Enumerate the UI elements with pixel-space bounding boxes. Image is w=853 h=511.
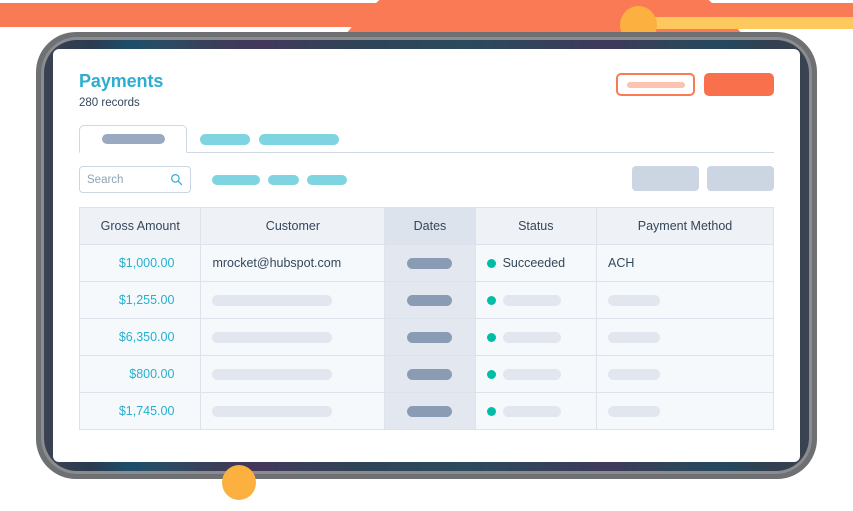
cell-payment-method	[596, 281, 774, 319]
tab-secondary-1[interactable]	[200, 134, 250, 145]
column-header-dates[interactable]: Dates	[384, 207, 476, 245]
status-badge	[486, 294, 585, 306]
cell-dates	[384, 318, 476, 356]
cell-status	[474, 392, 598, 430]
search-icon	[171, 174, 183, 186]
method-placeholder-bar	[608, 331, 660, 343]
cell-gross-amount: $1,000.00	[78, 244, 202, 282]
status-dot-icon	[486, 332, 496, 342]
cell-status	[474, 281, 598, 319]
filter-chip-2[interactable]	[268, 175, 299, 185]
tablet-screen: Payments 280 records Search Gross Amount…	[53, 49, 800, 462]
screenshot-stage: Payments 280 records Search Gross Amount…	[0, 0, 853, 511]
dates-placeholder-bar	[407, 294, 453, 306]
cell-customer	[200, 318, 386, 356]
column-header-payment-method[interactable]: Payment Method	[596, 207, 774, 245]
dates-placeholder-bar	[407, 368, 453, 380]
cell-customer	[200, 281, 386, 319]
status-dot-icon	[486, 406, 496, 416]
status-placeholder-bar	[502, 368, 561, 380]
cell-dates	[384, 392, 476, 430]
cell-payment-method	[596, 392, 774, 430]
tab-label-placeholder	[101, 134, 165, 144]
filter-chip-1[interactable]	[212, 175, 260, 185]
cell-dates	[384, 244, 476, 282]
status-dot-icon	[486, 369, 496, 379]
cell-payment-method	[596, 355, 774, 393]
toolbar-right-actions	[632, 166, 774, 191]
search-placeholder: Search	[87, 173, 124, 186]
cell-dates	[384, 281, 476, 319]
status-badge	[486, 405, 585, 417]
search-input[interactable]: Search	[79, 166, 191, 193]
customer-placeholder-bar	[212, 331, 333, 343]
cell-gross-amount: $1,745.00	[78, 392, 202, 430]
method-placeholder-bar	[608, 294, 660, 306]
cell-dates	[384, 355, 476, 393]
cell-customer: mrocket@hubspot.com	[200, 244, 386, 282]
cell-payment-method	[596, 318, 774, 356]
dates-placeholder-bar	[407, 405, 453, 417]
table-row[interactable]: $1,000.00 mrocket@hubspot.com Succeeded …	[78, 244, 774, 282]
status-dot-icon	[486, 295, 496, 305]
yellow-dot-icon	[222, 465, 256, 500]
dates-placeholder-bar	[407, 331, 453, 343]
toolbar: Search	[79, 166, 774, 194]
status-placeholder-bar	[502, 331, 561, 343]
column-header-customer[interactable]: Customer	[200, 207, 386, 245]
toolbar-action-1[interactable]	[632, 166, 699, 191]
cell-status	[474, 355, 598, 393]
customer-placeholder-bar	[212, 405, 333, 417]
yellow-bar-decoration	[640, 17, 853, 29]
cell-customer	[200, 392, 386, 430]
header-actions	[616, 73, 774, 96]
table-header-row: Gross Amount Customer Dates Status Payme…	[78, 207, 774, 245]
tab-payments-active[interactable]	[79, 125, 187, 153]
customer-placeholder-bar	[212, 368, 333, 380]
table-row[interactable]: $1,255.00	[78, 281, 774, 319]
table-row[interactable]: $6,350.00	[78, 318, 774, 356]
table-row[interactable]: $1,745.00	[78, 392, 774, 430]
cell-gross-amount: $1,255.00	[78, 281, 202, 319]
status-dot-icon	[486, 258, 496, 268]
table-row[interactable]: $800.00	[78, 355, 774, 393]
payments-table: Gross Amount Customer Dates Status Payme…	[78, 207, 774, 430]
dates-placeholder-bar	[407, 257, 453, 269]
cell-status	[474, 318, 598, 356]
filter-chip-3[interactable]	[307, 175, 347, 185]
cell-customer	[200, 355, 386, 393]
secondary-action-button[interactable]	[616, 73, 695, 96]
toolbar-action-2[interactable]	[707, 166, 774, 191]
status-badge	[486, 331, 585, 343]
table-body: $1,000.00 mrocket@hubspot.com Succeeded …	[78, 244, 774, 430]
status-placeholder-bar	[502, 294, 561, 306]
tablet-frame-inner-ring: Payments 280 records Search Gross Amount…	[41, 37, 812, 474]
cell-gross-amount: $800.00	[78, 355, 202, 393]
customer-placeholder-bar	[212, 294, 333, 306]
tab-secondary-2[interactable]	[259, 134, 339, 145]
status-badge	[486, 368, 585, 380]
column-header-status[interactable]: Status	[474, 207, 598, 245]
payments-app: Payments 280 records Search Gross Amount…	[53, 49, 800, 462]
button-label-placeholder	[626, 81, 685, 88]
cell-status: Succeeded	[474, 244, 598, 282]
status-label: Succeeded	[502, 256, 566, 270]
cell-gross-amount: $6,350.00	[78, 318, 202, 356]
tab-bar	[79, 125, 774, 153]
record-count-label: 280 records	[79, 97, 140, 109]
tablet-frame: Payments 280 records Search Gross Amount…	[36, 32, 817, 479]
method-placeholder-bar	[608, 368, 660, 380]
primary-action-button[interactable]	[704, 73, 774, 96]
column-header-gross-amount[interactable]: Gross Amount	[78, 207, 202, 245]
status-placeholder-bar	[502, 405, 561, 417]
status-badge: Succeeded	[486, 256, 585, 270]
table-header: Gross Amount Customer Dates Status Payme…	[78, 207, 774, 245]
tablet-frame-bezel: Payments 280 records Search Gross Amount…	[44, 40, 809, 471]
cell-payment-method: ACH	[596, 244, 774, 282]
method-placeholder-bar	[608, 405, 660, 417]
